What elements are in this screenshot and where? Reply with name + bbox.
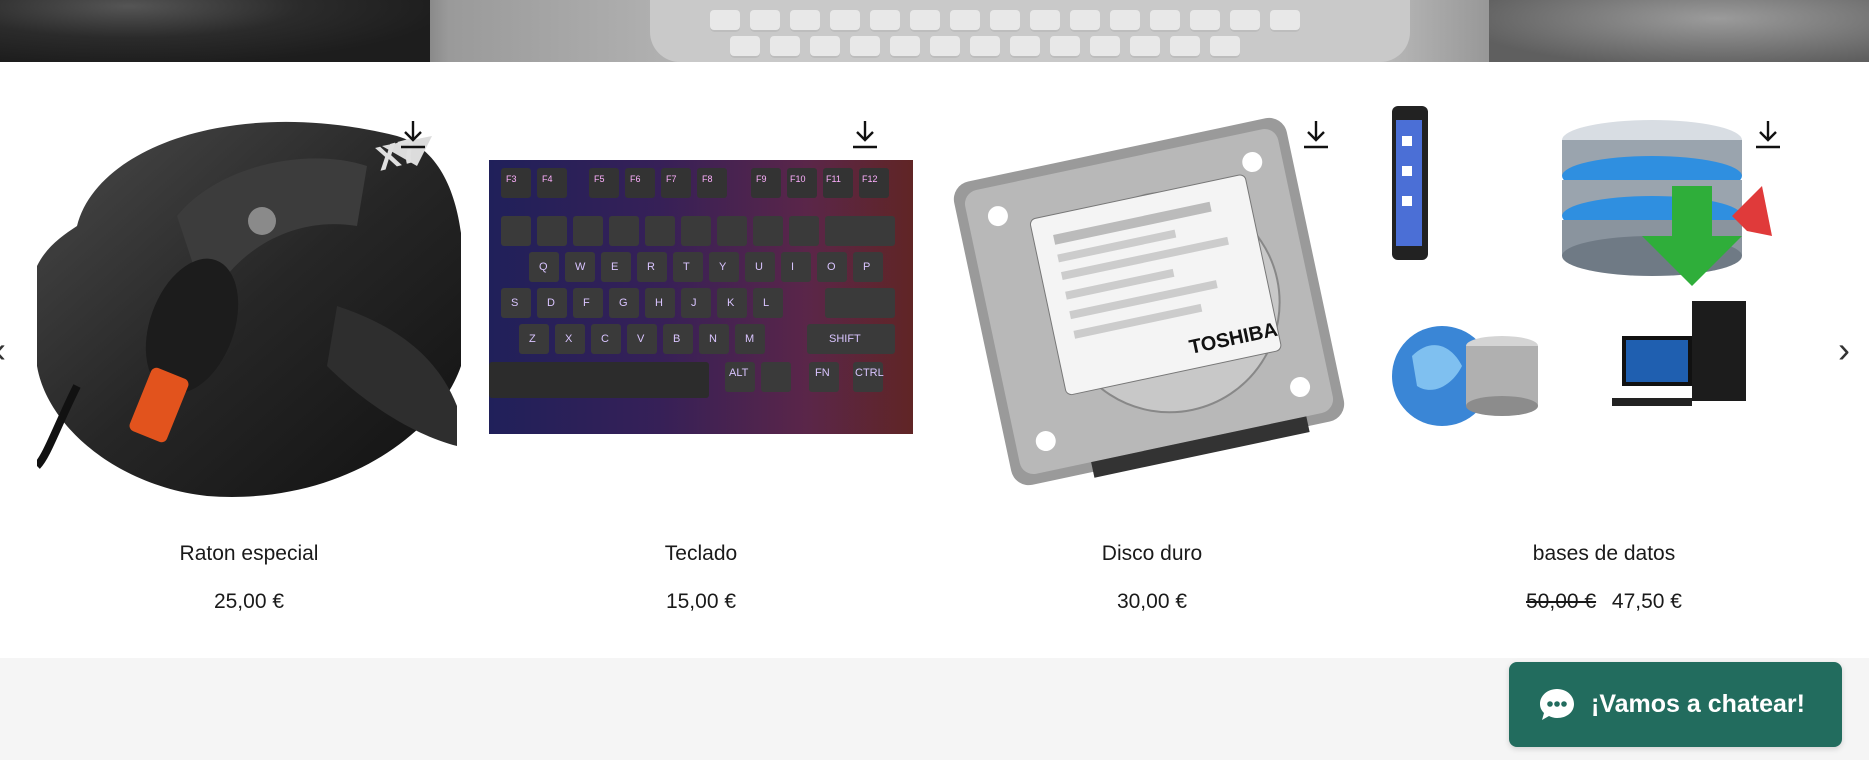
chat-button[interactable]: ¡Vamos a chatear! — [1509, 662, 1842, 747]
key-label: S — [511, 297, 518, 309]
key-label: T — [683, 261, 690, 273]
key-label: F10 — [790, 174, 806, 184]
key-label: SHIFT — [829, 333, 861, 345]
product-price: 30,00 € — [940, 590, 1364, 614]
key-label: F12 — [862, 174, 878, 184]
gallery-prev-arrow[interactable]: ‹ — [0, 332, 6, 368]
key-label: F4 — [542, 174, 553, 184]
fur-right-decoration — [1489, 0, 1869, 62]
key-label: J — [691, 297, 697, 309]
key-label: M — [745, 333, 754, 345]
product-name[interactable]: Disco duro — [940, 542, 1364, 566]
product-card[interactable]: X7 Raton especial 25,00 € — [37, 106, 461, 613]
key-label: I — [791, 261, 794, 273]
product-image-hard-disk[interactable]: TOSHIBA — [940, 106, 1364, 502]
product-card[interactable]: F3 F4 F5 F6 F7 F8 F9 F10 F11 F12 Q W E R… — [489, 106, 913, 613]
key-label: B — [673, 333, 680, 345]
download-icon[interactable] — [1302, 118, 1330, 150]
product-name[interactable]: Teclado — [489, 542, 913, 566]
key-label: U — [755, 261, 763, 273]
key-label: X — [565, 333, 573, 345]
key-label: O — [827, 261, 836, 273]
product-name[interactable]: bases de datos — [1392, 542, 1816, 566]
key-label: F8 — [702, 174, 713, 184]
product-card[interactable]: TOSHIBA Disco duro 30,00 € — [940, 106, 1364, 613]
key-label: CTRL — [855, 367, 884, 379]
key-label: Z — [529, 333, 536, 345]
key-label: F9 — [756, 174, 767, 184]
key-label: ALT — [729, 367, 749, 379]
key-label: V — [637, 333, 645, 345]
key-label: F5 — [594, 174, 605, 184]
chevron-left-icon[interactable]: ‹ — [0, 329, 6, 370]
key-label: L — [763, 297, 769, 309]
key-label: K — [727, 297, 735, 309]
chat-bubble-icon — [1540, 688, 1574, 720]
key-label: F11 — [826, 174, 841, 184]
key-label: F6 — [630, 174, 641, 184]
laptop-keyboard-image — [650, 0, 1410, 62]
product-current-price: 30,00 € — [1116, 590, 1188, 613]
key-label: G — [619, 297, 628, 309]
key-label: F — [583, 297, 590, 309]
product-card[interactable]: bases de datos 50,00 € 47,50 € — [1392, 106, 1816, 613]
chevron-right-icon[interactable]: › — [1838, 329, 1850, 370]
key-label: Y — [719, 261, 727, 273]
product-current-price: 15,00 € — [665, 590, 737, 613]
download-icon[interactable] — [399, 118, 427, 150]
key-label: C — [601, 333, 609, 345]
key-label: N — [709, 333, 717, 345]
key-label: E — [611, 261, 618, 273]
product-price: 25,00 € — [37, 590, 461, 614]
key-label: Q — [539, 261, 548, 273]
key-label: F7 — [666, 174, 677, 184]
hero-banner-image — [0, 0, 1869, 62]
key-label: F3 — [506, 174, 517, 184]
download-icon[interactable] — [1754, 118, 1782, 150]
product-old-price: 50,00 € — [1526, 590, 1597, 613]
product-image-keyboard[interactable]: F3 F4 F5 F6 F7 F8 F9 F10 F11 F12 Q W E R… — [489, 106, 913, 502]
key-label: P — [863, 261, 870, 273]
product-current-price: 47,50 € — [1611, 590, 1682, 613]
product-image-databases[interactable] — [1392, 106, 1816, 502]
key-label: D — [547, 297, 555, 309]
key-label: R — [647, 261, 655, 273]
chat-button-label[interactable]: ¡Vamos a chatear! — [1591, 690, 1805, 719]
product-price: 50,00 € 47,50 € — [1392, 590, 1816, 614]
key-label: FN — [815, 367, 830, 379]
product-name[interactable]: Raton especial — [37, 542, 461, 566]
gallery-next-arrow[interactable]: › — [1838, 332, 1850, 368]
download-icon[interactable] — [851, 118, 879, 150]
key-label: H — [655, 297, 663, 309]
fur-left-decoration — [0, 0, 430, 62]
product-current-price: 25,00 € — [213, 590, 285, 613]
key-label: W — [575, 261, 586, 273]
product-image-mouse[interactable]: X7 — [37, 106, 461, 502]
product-price: 15,00 € — [489, 590, 913, 614]
product-gallery: ‹ › X7 — [0, 62, 1869, 658]
